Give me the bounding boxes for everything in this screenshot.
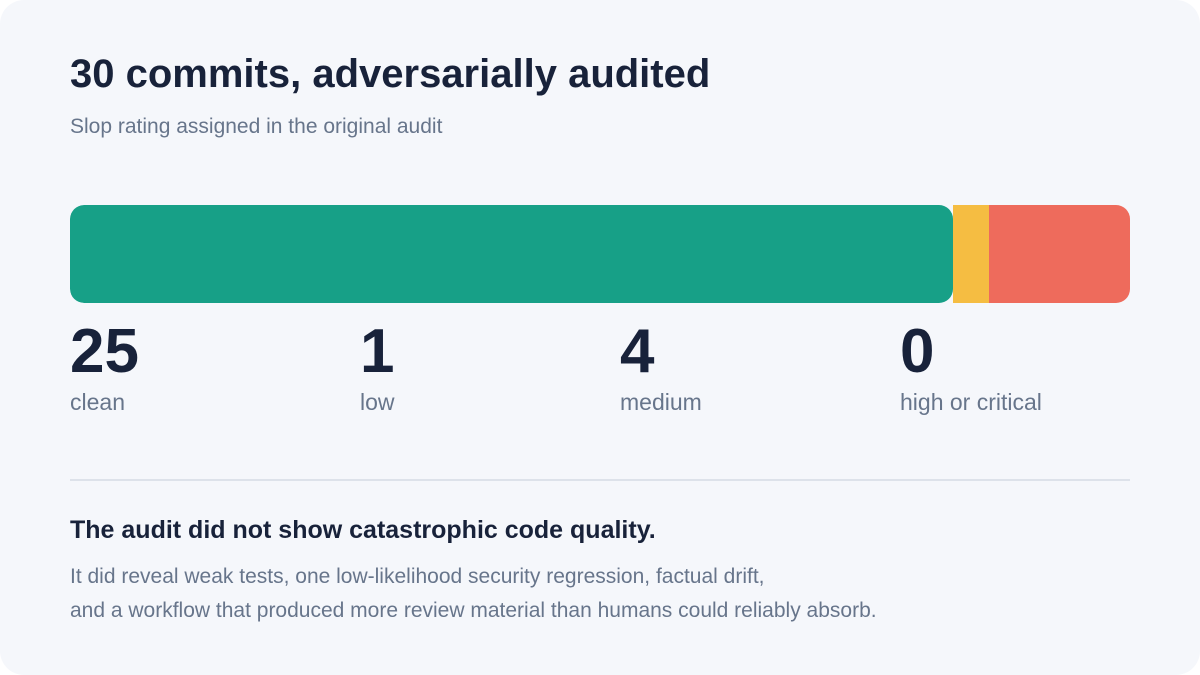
stat-label-medium: medium (620, 389, 702, 415)
chart-title: 30 commits, adversarially audited (70, 52, 711, 96)
stat-label-low: low (360, 389, 395, 415)
bar-segment-low (953, 205, 989, 303)
stacked-rating-bar (70, 205, 1130, 303)
section-divider (70, 479, 1130, 481)
stat-value-low: 1 (360, 317, 395, 386)
rating-stats: 25 clean 1 low 4 medium 0 high or critic… (70, 316, 1130, 426)
bar-segment-clean (70, 205, 954, 303)
stat-low: 1 low (360, 316, 395, 416)
note-body: It did reveal weak tests, one low-likeli… (70, 560, 1130, 628)
stat-high-or-critical: 0 high or critical (900, 316, 1042, 416)
stat-label-high-or-critical: high or critical (900, 389, 1042, 415)
note-line-1: It did reveal weak tests, one low-likeli… (70, 565, 765, 588)
audit-summary-card: 30 commits, adversarially audited Slop r… (0, 0, 1200, 675)
stat-value-high-or-critical: 0 (900, 317, 935, 386)
stat-medium: 4 medium (620, 316, 702, 416)
note-line-2: and a workflow that produced more review… (70, 599, 877, 622)
note-heading: The audit did not show catastrophic code… (70, 516, 656, 544)
stat-clean: 25 clean (70, 316, 139, 416)
stat-label-clean: clean (70, 389, 125, 415)
bar-segment-medium (988, 205, 1130, 303)
chart-subtitle: Slop rating assigned in the original aud… (70, 115, 443, 138)
stat-value-medium: 4 (620, 317, 655, 386)
stat-value-clean: 25 (70, 317, 139, 386)
